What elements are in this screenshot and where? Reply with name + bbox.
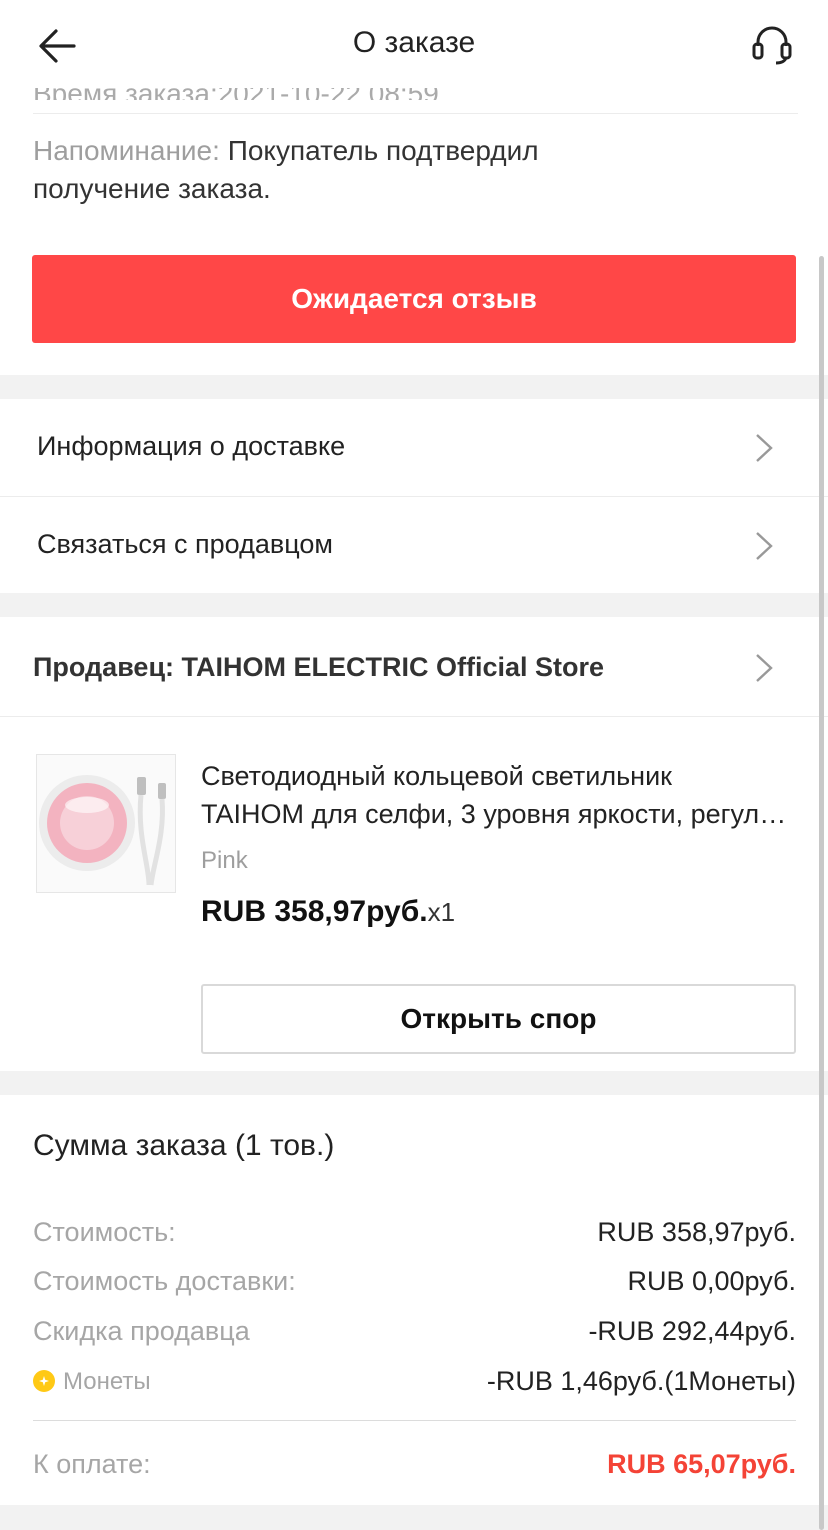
product-price-amount: RUB 358,97руб. [201,895,428,928]
summary-heading: Сумма заказа (1 тов.) [33,1129,335,1162]
product-price: RUB 358,97руб.x1 [201,895,455,929]
chevron-right-icon [756,532,773,560]
summary-row-shipping: Стоимость доставки: RUB 0,00руб. [33,1266,796,1300]
reminder-text: Напоминание: Покупатель подтвердил получ… [33,132,653,208]
summary-label: Стоимость: [33,1217,176,1247]
summary-row-total: К оплате: RUB 65,07руб. [33,1449,796,1483]
leave-review-button[interactable]: Ожидается отзыв [32,255,796,343]
delivery-info-row[interactable]: Информация о доставке [0,399,828,496]
contact-seller-label: Связаться с продавцом [37,529,333,559]
order-summary: Сумма заказа (1 тов.) Стоимость: RUB 358… [0,1095,828,1505]
chevron-right-icon [756,654,773,682]
total-value: RUB 65,07руб. [607,1449,796,1479]
summary-label: Монеты [63,1368,151,1395]
coins-label-wrap: Монеты [33,1368,151,1396]
product-title[interactable]: Светодиодный кольцевой светильник TAIHOM… [201,757,801,833]
page-title: О заказе [352,26,476,59]
product-title-line1: Светодиодный кольцевой светильник [201,761,672,791]
summary-value: -RUB 292,44руб. [588,1316,796,1346]
product-quantity: x1 [427,897,456,927]
summary-value: RUB 358,97руб. [597,1217,796,1247]
summary-label: Стоимость доставки: [33,1266,296,1296]
product-image[interactable] [36,754,176,893]
divider [33,113,798,114]
seller-name: Продавец: TAIHOM ELECTRIC Official Store [33,652,605,682]
total-label: К оплате: [33,1449,151,1479]
product-variant: Pink [201,847,248,874]
chevron-right-icon [756,434,773,462]
summary-value: RUB 0,00руб. [627,1266,796,1296]
summary-row-cost: Стоимость: RUB 358,97руб. [33,1217,796,1251]
summary-value: -RUB 1,46руб.(1Монеты) [486,1366,796,1396]
order-details-page: О заказе Время заказа:2021-10-22 08:59 Н… [0,0,828,1530]
reminder-label: Напоминание: [33,135,220,166]
headset-icon[interactable] [750,22,794,66]
summary-row-discount: Скидка продавца -RUB 292,44руб. [33,1316,796,1350]
seller-section: Продавец: TAIHOM ELECTRIC Official Store… [0,617,828,1071]
scrollbar[interactable] [819,256,824,1530]
delivery-info-label: Информация о доставке [37,431,346,461]
summary-label: Скидка продавца [33,1316,250,1346]
coin-icon [33,1370,55,1392]
order-links: Информация о доставке Связаться с продав… [0,399,828,593]
contact-seller-row[interactable]: Связаться с продавцом [0,496,828,593]
summary-row-coins: Монеты -RUB 1,46руб.(1Монеты) [33,1366,796,1400]
product-title-line2: TAIHOM для селфи, 3 уровня яркости, регу… [201,799,801,829]
divider [33,1420,796,1421]
top-bar: О заказе [0,0,828,88]
order-status-section: Время заказа:2021-10-22 08:59 Напоминани… [0,78,828,375]
open-dispute-button[interactable]: Открыть спор [201,984,796,1054]
seller-row[interactable]: Продавец: TAIHOM ELECTRIC Official Store [0,617,828,717]
